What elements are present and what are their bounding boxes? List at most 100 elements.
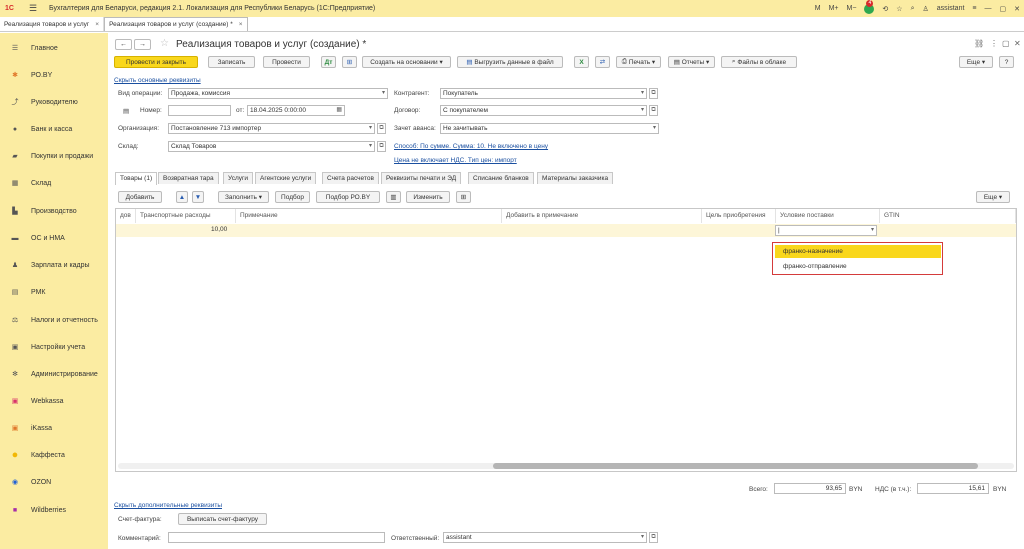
user-icon[interactable]: ♙ — [923, 5, 929, 13]
tab-goods[interactable]: Товары (1) — [115, 172, 158, 185]
edo-button[interactable]: ⇄ — [595, 56, 610, 68]
search-icon[interactable]: ⌕ — [911, 5, 915, 13]
calendar-icon[interactable]: ▦ — [336, 106, 342, 115]
open-organization-button[interactable]: ⧉ — [377, 123, 386, 134]
excel-button[interactable]: X — [574, 56, 589, 68]
back-button[interactable]: ← — [115, 39, 132, 50]
add-row-button[interactable]: Добавить — [118, 191, 162, 203]
more-button[interactable]: Еще ▾ — [959, 56, 993, 68]
open-responsible-button[interactable]: ⧉ — [649, 532, 658, 543]
help-button[interactable]: ? — [999, 56, 1014, 68]
settings-icon[interactable]: ≡ — [972, 5, 976, 12]
column-header[interactable]: GTIN — [880, 209, 1016, 223]
responsible-select[interactable]: assistant ▾ — [443, 532, 647, 543]
sidebar-item-ro[interactable]: ✱ РО.BY — [0, 68, 108, 82]
delivery-term-select[interactable]: | ▾ — [775, 225, 877, 236]
link-icon[interactable]: ⛓ — [974, 39, 984, 48]
memory-plus-button[interactable]: M+ — [829, 5, 839, 12]
tab-sales-list[interactable]: Реализация товаров и услуг × — [0, 17, 105, 31]
column-header[interactable]: Транспортные расходы — [136, 209, 236, 223]
journal-button[interactable]: Дт — [321, 56, 336, 68]
counterparty-select[interactable]: Покупатель ▾ — [440, 88, 647, 99]
reports-button[interactable]: ▤ Отчеты ▾ — [668, 56, 715, 68]
sidebar-item-warehouse[interactable]: ▦ Склад — [0, 176, 108, 190]
export-data-button[interactable]: ▤ Выгрузить данные в файл — [457, 56, 563, 68]
barcode-button[interactable]: ▥ — [386, 191, 401, 203]
sidebar-item-production[interactable]: ▙ Производство — [0, 204, 108, 218]
dropdown-option[interactable]: франко-назначение — [775, 245, 941, 258]
post-button[interactable]: Провести — [263, 56, 310, 68]
hide-main-details-link[interactable]: Скрыть основные реквизиты — [114, 77, 201, 84]
issue-invoice-button[interactable]: Выписать счет-фактуру — [178, 513, 267, 525]
sidebar-item-accounting-settings[interactable]: ▣ Настройки учета — [0, 340, 108, 354]
tab-services[interactable]: Услуги — [223, 172, 253, 184]
table-more-button[interactable]: Еще ▾ — [976, 191, 1010, 203]
column-header[interactable]: Примечание — [236, 209, 502, 223]
tab-returnable-packaging[interactable]: Возвратная тара — [158, 172, 219, 184]
column-header[interactable]: Цель приобретения — [702, 209, 776, 223]
more-menu-icon[interactable]: ⋮ — [990, 39, 998, 48]
favorites-icon[interactable]: ☆ — [896, 5, 902, 13]
warehouse-select[interactable]: Склад Товаров ▾ — [168, 141, 375, 152]
price-type-link[interactable]: Цена не включает НДС. Тип цен: импорт — [394, 157, 517, 164]
notifications-icon[interactable]: 4 — [864, 0, 875, 14]
pick-ro-button[interactable]: Подбор РО.BY — [316, 191, 380, 203]
open-warehouse-button[interactable]: ⧉ — [377, 141, 386, 152]
tab-agent-services[interactable]: Агентские услуги — [255, 172, 317, 184]
column-header[interactable]: дов — [116, 209, 136, 223]
sidebar-item-manager[interactable]: ⤴ Руководителю — [0, 95, 108, 109]
column-header[interactable]: Условие поставки — [776, 209, 880, 223]
fill-button[interactable]: Заполнить ▾ — [218, 191, 269, 203]
close-tab-icon[interactable]: × — [239, 21, 243, 28]
main-menu-icon[interactable]: ☰ — [29, 3, 39, 14]
tab-blank-writeoff[interactable]: Списание бланков — [468, 172, 534, 184]
transport-cost-cell[interactable]: 10,00 — [211, 226, 227, 233]
sidebar-item-assets[interactable]: ▬ ОС и НМА — [0, 231, 108, 245]
post-and-close-button[interactable]: Провести и закрыть — [114, 56, 198, 68]
chevron-down-icon[interactable]: ▾ — [871, 226, 874, 235]
advance-offset-select[interactable]: Не зачитывать ▾ — [440, 123, 659, 134]
sidebar-item-wildberries[interactable]: ■ Wildberries — [0, 503, 108, 517]
memory-m-button[interactable]: M — [815, 5, 821, 12]
sidebar-item-ikassa[interactable]: ▣ iKassa — [0, 421, 108, 435]
sidebar-item-main[interactable]: ☰ Главное — [0, 41, 108, 55]
open-counterparty-button[interactable]: ⧉ — [649, 88, 658, 99]
sidebar-item-sales[interactable]: ▰ Покупки и продажи — [0, 149, 108, 163]
number-field[interactable] — [168, 105, 231, 116]
scrollbar-thumb[interactable] — [493, 463, 978, 469]
sidebar-item-admin[interactable]: ✻ Администрирование — [0, 367, 108, 381]
user-name[interactable]: assistant — [937, 5, 965, 12]
table-row[interactable] — [116, 224, 1016, 237]
sidebar-item-payroll[interactable]: ♟ Зарплата и кадры — [0, 258, 108, 272]
structure-button[interactable]: ⊞ — [342, 56, 357, 68]
sidebar-item-kaffesta[interactable]: ● Каффеста — [0, 448, 108, 462]
sidebar-item-bank[interactable]: ● Банк и касса — [0, 122, 108, 136]
forward-button[interactable]: → — [134, 39, 151, 50]
move-down-button[interactable]: ▼ — [192, 191, 204, 203]
close-window-icon[interactable]: ✕ — [1014, 5, 1020, 13]
close-form-icon[interactable]: ✕ — [1014, 39, 1021, 48]
move-up-button[interactable]: ▲ — [176, 191, 188, 203]
cloud-files-button[interactable]: ⌕ Файлы в облаке — [721, 56, 797, 68]
minimize-icon[interactable]: — — [985, 5, 992, 12]
tab-customer-materials[interactable]: Материалы заказчика — [537, 172, 614, 184]
hide-extra-details-link[interactable]: Скрыть дополнительные реквизиты — [114, 502, 222, 509]
tab-sales-new[interactable]: Реализация товаров и услуг (создание) * … — [104, 17, 248, 31]
contract-select[interactable]: С покупателем ▾ — [440, 105, 647, 116]
save-button[interactable]: Записать — [208, 56, 255, 68]
column-header[interactable]: Добавить в примечание — [502, 209, 702, 223]
favorite-star-icon[interactable]: ☆ — [160, 38, 169, 49]
sidebar-item-pos[interactable]: ▤ РМК — [0, 285, 108, 299]
print-button[interactable]: ⎙ Печать ▾ — [616, 56, 661, 68]
memory-minus-button[interactable]: M− — [847, 5, 857, 12]
create-based-on-button[interactable]: Создать на основании ▾ — [362, 56, 451, 68]
vat-method-link[interactable]: Способ: По сумме. Сумма: 10. Не включено… — [394, 143, 548, 150]
tab-print-details[interactable]: Реквизиты печати и ЭД — [381, 172, 462, 184]
change-button[interactable]: Изменить — [406, 191, 450, 203]
operation-type-select[interactable]: Продажа, комиссия ▾ — [168, 88, 388, 99]
maximize-icon[interactable]: ▢ — [1000, 5, 1007, 13]
close-tab-icon[interactable]: × — [95, 21, 99, 28]
dropdown-option[interactable]: франко-отправление — [775, 260, 941, 273]
import-button[interactable]: ⊞ — [456, 191, 471, 203]
tab-settlement-accounts[interactable]: Счета расчетов — [322, 172, 379, 184]
